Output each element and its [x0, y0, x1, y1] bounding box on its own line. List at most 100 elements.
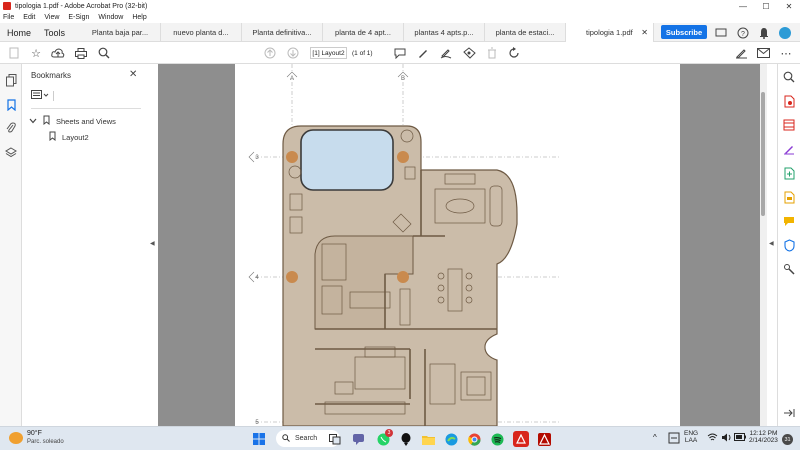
menu-file[interactable]: File: [3, 14, 14, 21]
edit-pdf-icon[interactable]: [781, 142, 797, 156]
scroll-thumb[interactable]: [761, 92, 765, 216]
menu-view[interactable]: View: [44, 14, 59, 21]
bookmark-icon[interactable]: [4, 98, 18, 112]
comment-icon[interactable]: [392, 45, 408, 61]
attachment-icon[interactable]: [4, 121, 18, 135]
teams-chat-icon[interactable]: [351, 431, 367, 447]
bookmark-options-icon[interactable]: [31, 90, 53, 102]
acrobat-icon: [3, 2, 11, 10]
file-explorer-icon[interactable]: [420, 431, 436, 447]
fill-sign-icon[interactable]: [733, 45, 749, 61]
zoom-icon[interactable]: [96, 45, 112, 61]
bookmarks-panel: Bookmarks ✕ Sheets and Views Layout2: [23, 64, 145, 426]
upload-icon[interactable]: [50, 45, 66, 61]
mail-icon[interactable]: [755, 45, 771, 61]
protect-icon[interactable]: [781, 238, 797, 252]
combine-icon[interactable]: [781, 166, 797, 180]
avatar[interactable]: [778, 26, 792, 40]
share-screen-icon[interactable]: [714, 26, 728, 40]
doc-tab[interactable]: plantas 4 apts.p...: [404, 23, 485, 42]
create-icon[interactable]: [6, 45, 22, 61]
scan-icon[interactable]: [781, 190, 797, 204]
right-tools-rail: [777, 64, 800, 426]
document-viewport[interactable]: A B 3 4 5: [158, 64, 760, 426]
maximize-button[interactable]: ☐: [756, 0, 776, 12]
collapse-right-panel-icon[interactable]: ◀: [769, 240, 774, 247]
doc-tab[interactable]: planta de 4 apt...: [323, 23, 404, 42]
pdf-page[interactable]: A B 3 4 5: [235, 64, 680, 426]
page-number-input[interactable]: [1] Layout2: [310, 47, 347, 59]
bell-icon[interactable]: [757, 26, 771, 40]
doc-tab-active[interactable]: tipologia 1.pdf ✕: [566, 23, 654, 42]
vertical-scrollbar[interactable]: [760, 64, 767, 426]
weather-temp[interactable]: 90°F: [27, 430, 42, 437]
subscribe-button[interactable]: Subscribe: [661, 25, 707, 39]
minimize-button[interactable]: —: [733, 0, 753, 12]
menu-help[interactable]: Help: [132, 14, 146, 21]
doc-tab[interactable]: planta de estaci...: [485, 23, 566, 42]
time: 12:12 PM: [749, 430, 778, 437]
floor-plan-drawing: A B 3 4 5: [248, 64, 560, 426]
tab-home[interactable]: Home: [7, 23, 31, 42]
clock[interactable]: 12:12 PM 2/14/2023: [749, 430, 778, 444]
star-icon[interactable]: ☆: [28, 45, 44, 61]
volume-icon[interactable]: [721, 433, 732, 444]
window-title: tipologia 1.pdf - Adobe Acrobat Pro (32-…: [15, 2, 148, 10]
chevron-down-icon[interactable]: [29, 117, 37, 126]
tray-app-icon[interactable]: [668, 432, 680, 446]
pen-icon[interactable]: [415, 45, 431, 61]
tab-tools[interactable]: Tools: [44, 23, 65, 42]
doc-tab[interactable]: Planta definitiva...: [242, 23, 323, 42]
menu-edit[interactable]: Edit: [23, 14, 35, 21]
weather-icon[interactable]: [9, 432, 23, 444]
edge-icon[interactable]: [443, 431, 459, 447]
next-page-icon[interactable]: [285, 45, 301, 61]
organize-icon[interactable]: [781, 118, 797, 132]
notification-count[interactable]: 31: [782, 434, 793, 445]
doc-tab-label: tipologia 1.pdf: [586, 28, 633, 37]
search-icon[interactable]: [781, 70, 797, 84]
page-count: (1 of 1): [352, 49, 373, 57]
pages-icon[interactable]: [4, 73, 18, 87]
expand-icon[interactable]: [781, 406, 797, 420]
more-tools-icon[interactable]: [781, 262, 797, 276]
acrobat-app-icon[interactable]: [513, 431, 529, 447]
battery-icon[interactable]: [734, 433, 746, 443]
menu-window[interactable]: Window: [98, 14, 123, 21]
layers-icon[interactable]: [4, 146, 18, 160]
bookmark-item-layout2[interactable]: Layout2: [49, 131, 89, 143]
trash-icon[interactable]: [484, 45, 500, 61]
export-pdf-icon[interactable]: [781, 94, 797, 108]
sign-icon[interactable]: [438, 45, 454, 61]
left-rail: [0, 64, 22, 426]
doc-tab[interactable]: nuevo planta d...: [161, 23, 242, 42]
stamp-icon[interactable]: [461, 45, 477, 61]
comment-tool-icon[interactable]: [781, 214, 797, 228]
collapse-left-panel-icon[interactable]: ◀: [150, 240, 155, 247]
close-window-button[interactable]: ✕: [779, 0, 799, 12]
print-icon[interactable]: [73, 45, 89, 61]
more-icon[interactable]: ⋯: [778, 45, 794, 61]
chrome-icon[interactable]: [466, 431, 482, 447]
grid-label-4: 4: [255, 275, 259, 281]
wifi-icon[interactable]: [707, 433, 718, 444]
divider: [31, 108, 141, 109]
chevron-up-icon[interactable]: ^: [653, 433, 657, 442]
close-panel-icon[interactable]: ✕: [129, 69, 137, 80]
bookmark-item-sheets[interactable]: Sheets and Views: [29, 115, 116, 127]
acrobat-pro-icon[interactable]: [536, 431, 552, 447]
start-icon[interactable]: [251, 431, 267, 447]
previous-page-icon[interactable]: [262, 45, 278, 61]
rotate-icon[interactable]: [506, 45, 522, 61]
menu-esign[interactable]: E-Sign: [68, 14, 89, 21]
tab-bar: Home Tools Planta baja par... nuevo plan…: [0, 23, 800, 42]
main-toolbar: ☆ [1] Layout2 (1 of 1) ⋯: [0, 42, 800, 64]
help-icon[interactable]: ?: [736, 26, 750, 40]
language-indicator[interactable]: ENG LAA: [684, 430, 698, 444]
alien-app-icon[interactable]: [398, 431, 414, 447]
task-view-icon[interactable]: [327, 431, 343, 447]
close-tab-icon[interactable]: ✕: [641, 28, 648, 37]
weather-condition[interactable]: Parc. soleado: [27, 439, 64, 445]
doc-tab[interactable]: Planta baja par...: [80, 23, 161, 42]
spotify-icon[interactable]: [489, 431, 505, 447]
